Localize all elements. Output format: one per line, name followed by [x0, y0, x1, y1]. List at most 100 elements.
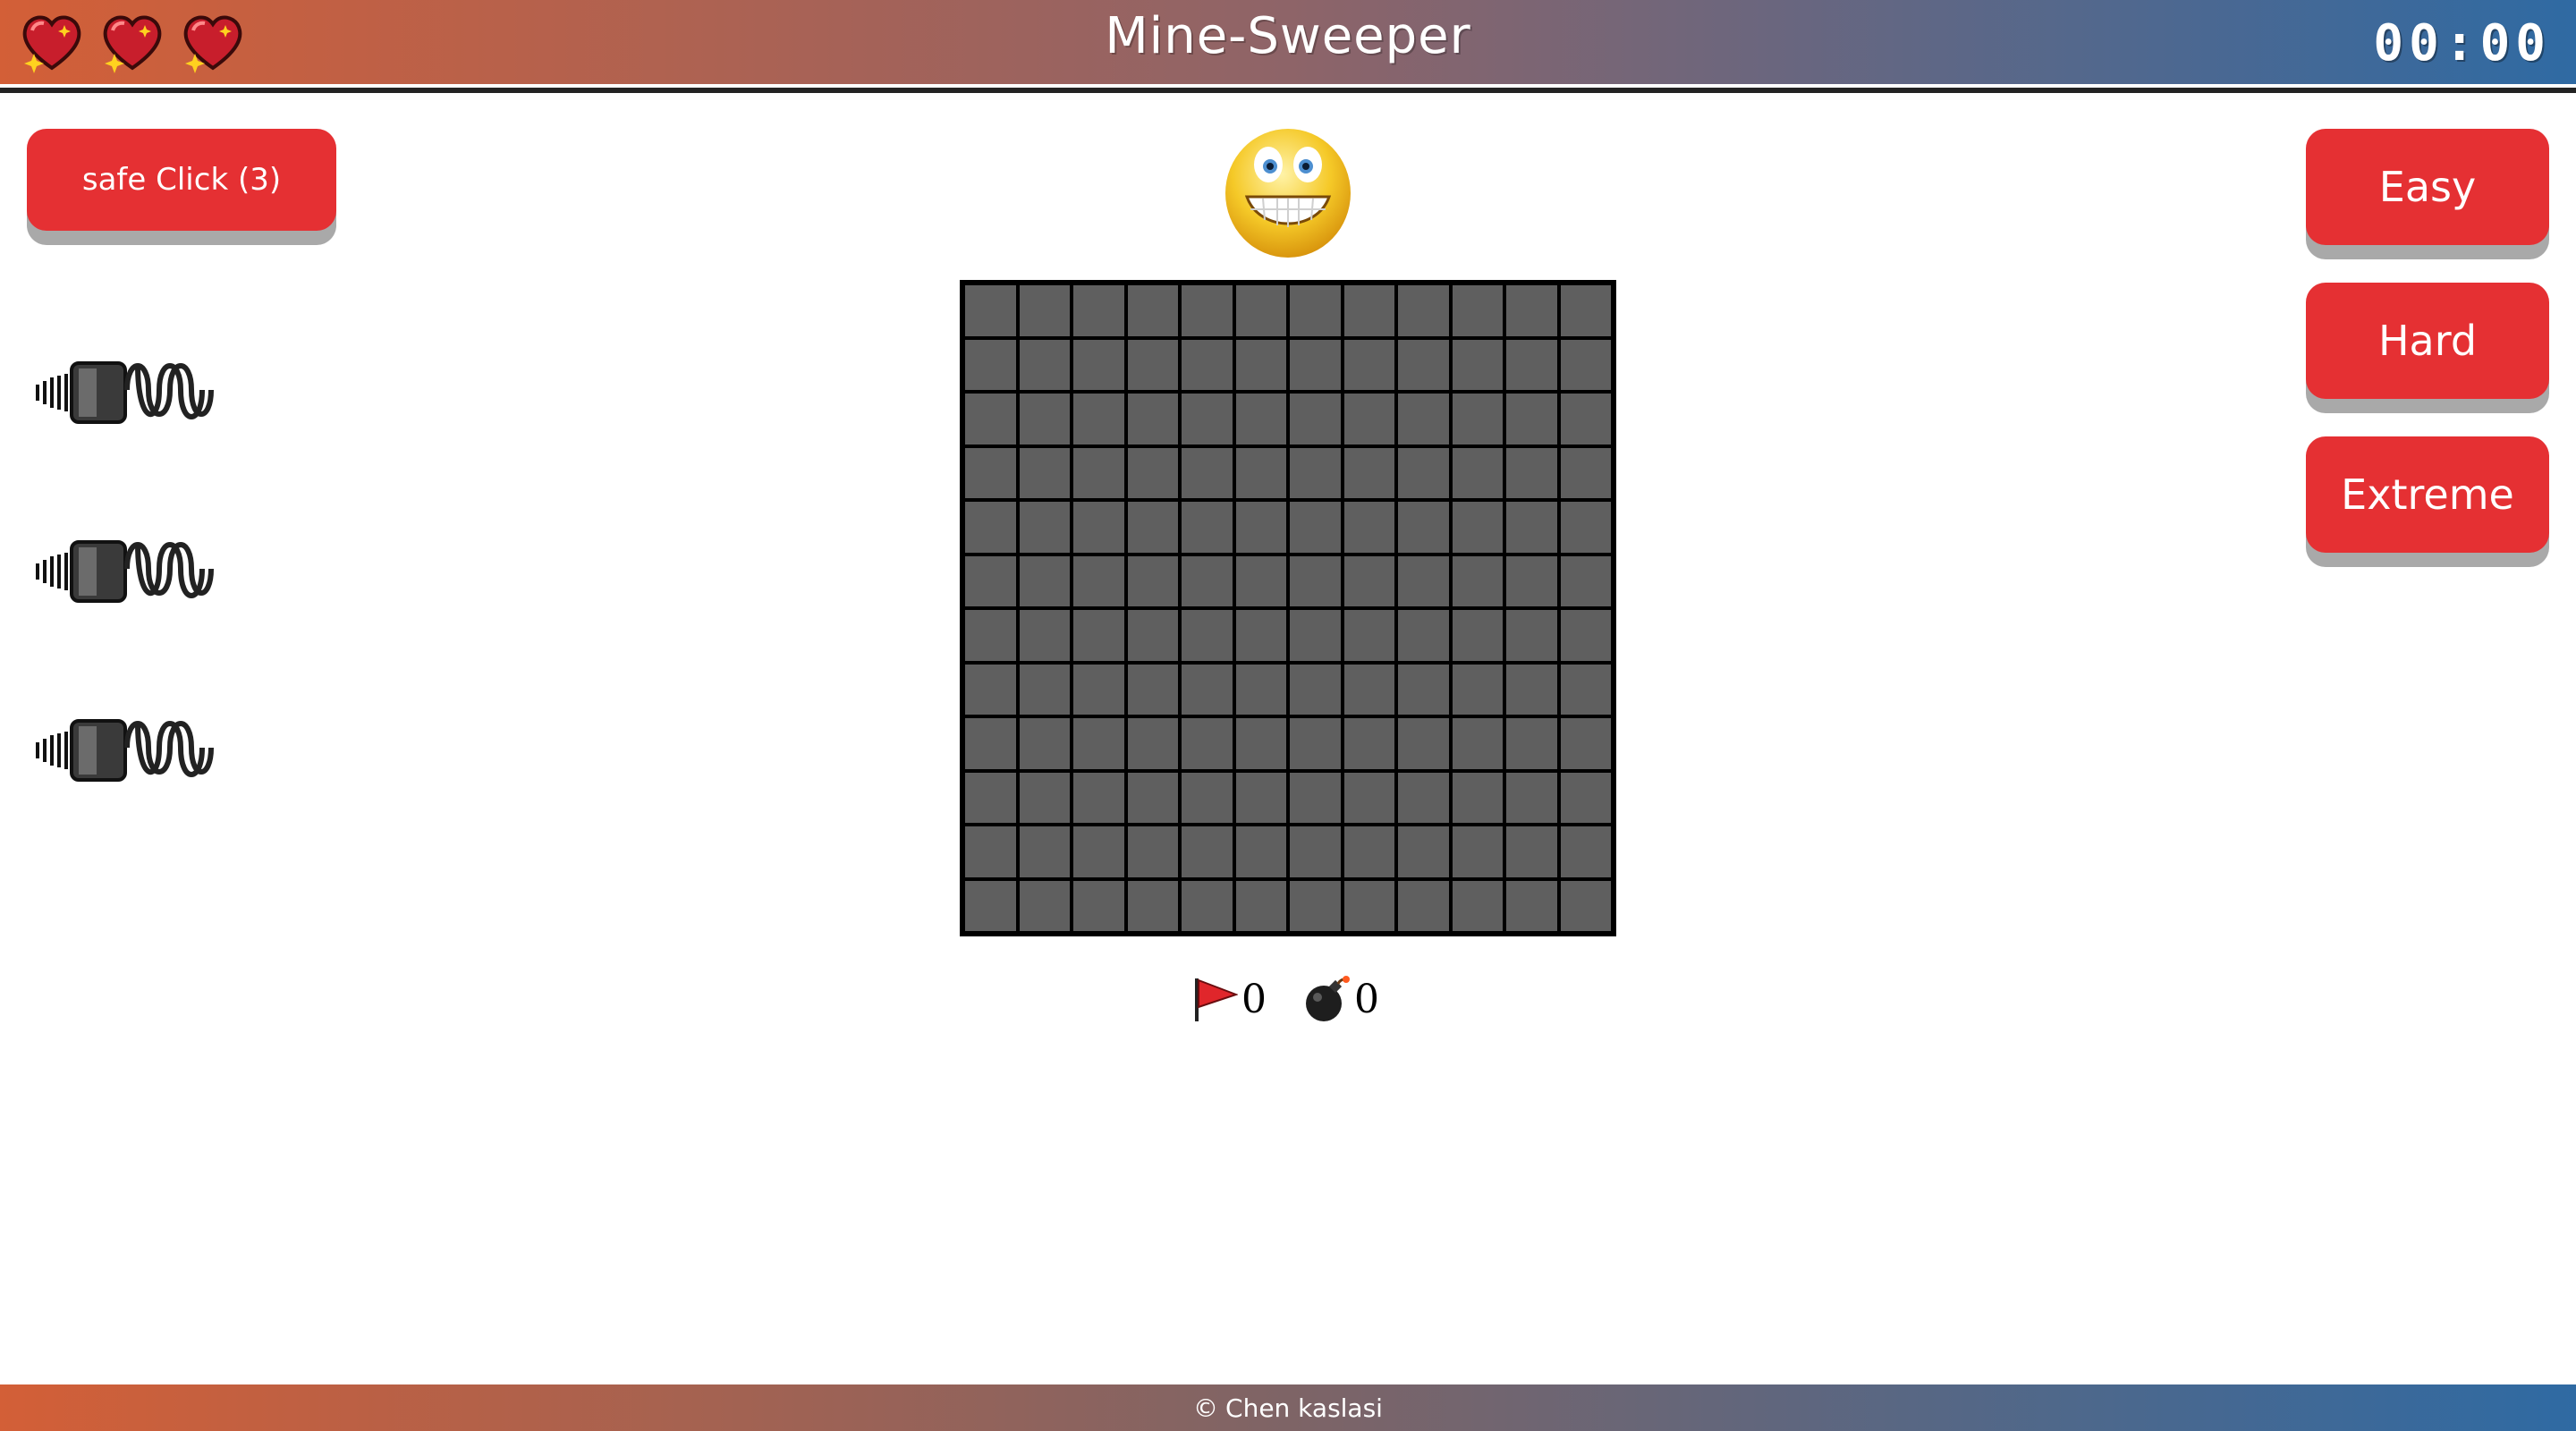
board-cell[interactable] [1452, 502, 1503, 553]
board-cell[interactable] [1182, 880, 1233, 931]
board-cell[interactable] [1398, 447, 1449, 498]
board-cell[interactable] [965, 718, 1016, 769]
smiley-face-icon[interactable] [1224, 127, 1352, 259]
board-cell[interactable] [1235, 880, 1286, 931]
board-cell[interactable] [1506, 285, 1557, 336]
board-cell[interactable] [1343, 447, 1394, 498]
board-cell[interactable] [965, 447, 1016, 498]
board-cell[interactable] [965, 285, 1016, 336]
board-cell[interactable] [1235, 502, 1286, 553]
board-cell[interactable] [1506, 718, 1557, 769]
board-cell[interactable] [1343, 772, 1394, 823]
board-cell[interactable] [1398, 394, 1449, 445]
board-cell[interactable] [1290, 610, 1341, 661]
board-cell[interactable] [1560, 285, 1611, 336]
board-cell[interactable] [1290, 339, 1341, 390]
board-cell[interactable] [1127, 555, 1178, 606]
board-cell[interactable] [1235, 394, 1286, 445]
board-cell[interactable] [1398, 826, 1449, 877]
board-cell[interactable] [1398, 718, 1449, 769]
board-cell[interactable] [1560, 339, 1611, 390]
board-cell[interactable] [1343, 339, 1394, 390]
board-cell[interactable] [1398, 502, 1449, 553]
lightbulb-icon[interactable] [32, 354, 216, 431]
board-cell[interactable] [1398, 339, 1449, 390]
board-cell[interactable] [1127, 826, 1178, 877]
board-cell[interactable] [1127, 664, 1178, 715]
board-cell[interactable] [1560, 502, 1611, 553]
board-cell[interactable] [1506, 664, 1557, 715]
board-cell[interactable] [965, 880, 1016, 931]
board-cell[interactable] [1073, 880, 1124, 931]
board-cell[interactable] [1290, 394, 1341, 445]
board-cell[interactable] [1127, 502, 1178, 553]
board-cell[interactable] [1019, 880, 1070, 931]
board-cell[interactable] [1506, 826, 1557, 877]
board-cell[interactable] [1560, 610, 1611, 661]
board-cell[interactable] [1235, 718, 1286, 769]
board-cell[interactable] [1506, 502, 1557, 553]
board-cell[interactable] [1452, 718, 1503, 769]
board-cell[interactable] [965, 555, 1016, 606]
board-cell[interactable] [1235, 555, 1286, 606]
board-cell[interactable] [1290, 772, 1341, 823]
board-cell[interactable] [1398, 880, 1449, 931]
board-cell[interactable] [1182, 610, 1233, 661]
lightbulb-icon[interactable] [32, 712, 216, 789]
board-cell[interactable] [1127, 285, 1178, 336]
board-cell[interactable] [1452, 772, 1503, 823]
board-cell[interactable] [1127, 772, 1178, 823]
board-cell[interactable] [965, 664, 1016, 715]
board-cell[interactable] [1343, 880, 1394, 931]
board-cell[interactable] [1235, 447, 1286, 498]
board-cell[interactable] [1343, 502, 1394, 553]
easy-button[interactable]: Easy [2306, 129, 2549, 245]
board-cell[interactable] [965, 502, 1016, 553]
board-cell[interactable] [1182, 772, 1233, 823]
board-cell[interactable] [965, 772, 1016, 823]
board-cell[interactable] [1452, 664, 1503, 715]
board-cell[interactable] [1127, 718, 1178, 769]
board-cell[interactable] [1343, 394, 1394, 445]
board-cell[interactable] [1506, 339, 1557, 390]
board-cell[interactable] [965, 394, 1016, 445]
board-cell[interactable] [1290, 718, 1341, 769]
board-cell[interactable] [1452, 285, 1503, 336]
board-cell[interactable] [1398, 610, 1449, 661]
board-cell[interactable] [1073, 826, 1124, 877]
board-cell[interactable] [1182, 718, 1233, 769]
hard-button[interactable]: Hard [2306, 283, 2549, 399]
board-cell[interactable] [1019, 610, 1070, 661]
board-cell[interactable] [1182, 339, 1233, 390]
board-cell[interactable] [1235, 664, 1286, 715]
board-cell[interactable] [1073, 285, 1124, 336]
board-cell[interactable] [1073, 447, 1124, 498]
board-cell[interactable] [1343, 718, 1394, 769]
board-cell[interactable] [1452, 880, 1503, 931]
board-cell[interactable] [1506, 880, 1557, 931]
board-cell[interactable] [965, 826, 1016, 877]
board-cell[interactable] [1560, 826, 1611, 877]
board-cell[interactable] [1506, 394, 1557, 445]
board-cell[interactable] [1182, 826, 1233, 877]
board-cell[interactable] [1235, 285, 1286, 336]
board-cell[interactable] [965, 610, 1016, 661]
board-cell[interactable] [1019, 555, 1070, 606]
board-cell[interactable] [1343, 555, 1394, 606]
board-cell[interactable] [1290, 447, 1341, 498]
board-cell[interactable] [1560, 664, 1611, 715]
board-cell[interactable] [1452, 394, 1503, 445]
board-cell[interactable] [1290, 880, 1341, 931]
board-cell[interactable] [1019, 772, 1070, 823]
board-cell[interactable] [1127, 394, 1178, 445]
board-cell[interactable] [1182, 664, 1233, 715]
board-cell[interactable] [1343, 285, 1394, 336]
board-cell[interactable] [1452, 610, 1503, 661]
board-cell[interactable] [1398, 664, 1449, 715]
board-cell[interactable] [1560, 772, 1611, 823]
board-cell[interactable] [1073, 610, 1124, 661]
board-cell[interactable] [1290, 826, 1341, 877]
board-cell[interactable] [1127, 880, 1178, 931]
board-cell[interactable] [1073, 718, 1124, 769]
board-cell[interactable] [1290, 664, 1341, 715]
